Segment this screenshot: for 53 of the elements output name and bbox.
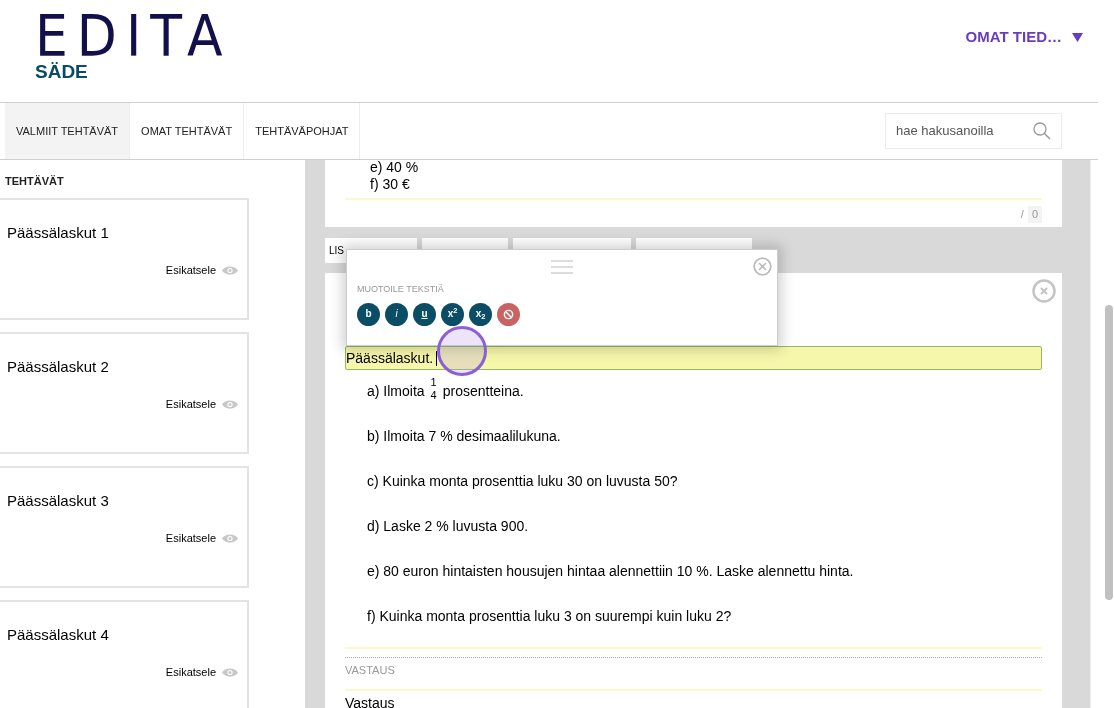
popup-heading: MUOTOILE TEKSTIÄ (357, 283, 445, 296)
task-line: prosentteina. (442, 382, 524, 401)
task-line: b) Ilmoita 7 % desimaalilukuna. (367, 427, 561, 446)
preview-link[interactable]: Esikatsele (165, 664, 238, 681)
caret-icon (1072, 32, 1083, 42)
eye-icon (222, 398, 238, 410)
task-card[interactable]: Päässälaskut 4 Esikatsele (0, 599, 249, 708)
score-separator: / (1020, 207, 1024, 222)
task-card[interactable]: Päässälaskut 1 Esikatsele (0, 197, 249, 320)
clear-format-button[interactable] (497, 302, 520, 326)
drag-handle-icon (551, 260, 573, 274)
nav-tab[interactable]: VALMIIT TEHTÄVÄT (5, 103, 131, 159)
task-line: a) Ilmoita (367, 382, 425, 401)
eye-icon (222, 666, 238, 678)
scrollbar-thumb[interactable] (1105, 305, 1113, 600)
underline-button[interactable]: u (413, 302, 436, 326)
eye-icon (222, 532, 238, 544)
answer-line: f) 30 € (370, 175, 411, 194)
title-input[interactable]: Päässälaskut. (345, 346, 1042, 370)
fraction: 1 4 (430, 376, 437, 402)
prohibited-icon (503, 308, 514, 320)
title-text: Päässälaskut. (346, 348, 434, 368)
score-field: 0 (1027, 206, 1042, 223)
task-card[interactable]: Päässälaskut 2 Esikatsele (0, 331, 249, 454)
text-cursor (436, 350, 438, 366)
click-indicator (437, 326, 487, 376)
task-line: f) Kuinka monta prosenttia luku 3 on suurempi kuin luku 2? (367, 607, 732, 626)
search-icon (1033, 122, 1051, 140)
italic-button[interactable]: i (385, 302, 408, 326)
subscript-button[interactable]: x$_{2}$ (469, 302, 492, 326)
task-title: Päässälaskut 4 (7, 624, 110, 645)
superscript-button[interactable]: x$^{2}$ (441, 302, 464, 326)
eye-icon (222, 264, 238, 276)
preview-link[interactable]: Esikatsele (165, 396, 238, 413)
preview-link[interactable]: Esikatsele (165, 530, 238, 547)
answer-text: Vastaus (345, 693, 396, 708)
search-box[interactable]: hae hakusanoilla (885, 113, 1062, 149)
bold-button[interactable]: b (357, 302, 380, 326)
user-menu[interactable]: OMAT TIED… (965, 26, 1083, 49)
search-field[interactable]: hae hakusanoilla (896, 121, 1026, 141)
sidebar-heading: TEHTÄVÄT (5, 174, 65, 189)
task-title: Päässälaskut 3 (7, 490, 110, 511)
task-line: e) 80 euron hintaisten housujen hintaa alennettiin 10 %. Laske alennettu hinta. (367, 562, 854, 581)
answer-line: e) 40 % (370, 160, 420, 177)
preview-link[interactable]: Esikatsele (165, 262, 238, 279)
task-card[interactable]: Päässälaskut 3 Esikatsele (0, 465, 249, 588)
task-title: Päässälaskut 2 (7, 356, 110, 377)
task-line: d) Laske 2 % luvusta 900. (367, 517, 529, 536)
task-title: Päässälaskut 1 (7, 222, 110, 243)
answer-label: VASTAUS (345, 663, 396, 678)
task-line: c) Kuinka monta prosenttia luku 30 on luvusta 50? (367, 472, 678, 491)
remove-icon[interactable] (1032, 279, 1056, 303)
close-icon[interactable] (753, 257, 772, 276)
